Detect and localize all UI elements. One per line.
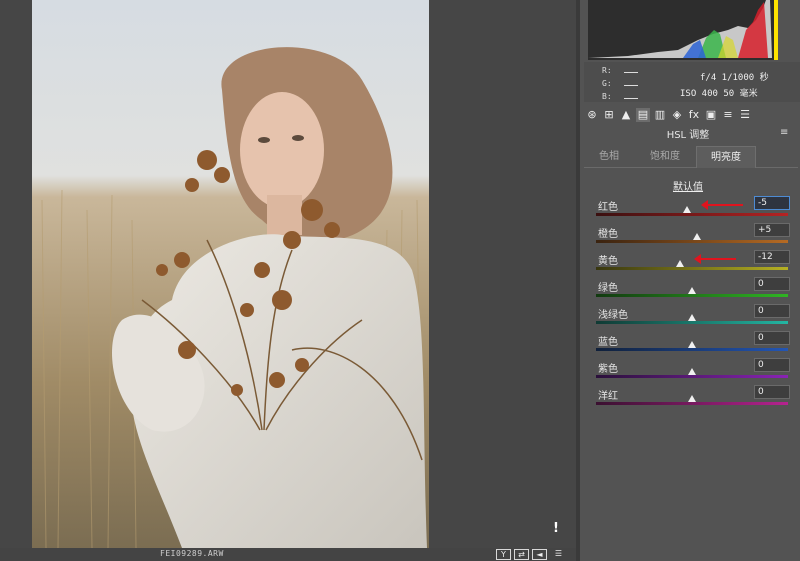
before-after-toggle-button[interactable]: Y bbox=[496, 549, 511, 560]
slider-label: 洋红 bbox=[598, 391, 618, 402]
slider-row: 蓝色 0 bbox=[596, 331, 792, 361]
split-tone-icon[interactable]: ▥ bbox=[653, 108, 667, 122]
histogram-graph bbox=[588, 0, 778, 60]
fx-icon[interactable]: fx bbox=[687, 108, 701, 122]
g-readout: G: bbox=[602, 79, 638, 88]
tab-hue[interactable]: 色相 bbox=[584, 146, 634, 168]
slider-track[interactable] bbox=[596, 348, 788, 351]
mountain-icon[interactable]: ▲ bbox=[619, 108, 633, 122]
slider-thumb[interactable] bbox=[676, 260, 685, 267]
portrait-photo bbox=[32, 0, 429, 548]
slider-thumb[interactable] bbox=[683, 206, 692, 213]
slider-value-input[interactable]: +5 bbox=[754, 223, 790, 237]
clipping-warning-icon[interactable]: ! bbox=[548, 521, 564, 537]
slider-label: 红色 bbox=[598, 202, 618, 213]
camera-calibration-icon[interactable]: ▣ bbox=[704, 108, 718, 122]
slider-track[interactable] bbox=[596, 294, 788, 297]
slider-row: 橙色 +5 bbox=[596, 223, 792, 253]
annotation-arrow-icon bbox=[694, 254, 737, 264]
slider-row: 浅绿色 0 bbox=[596, 304, 792, 334]
slider-label: 紫色 bbox=[598, 364, 618, 375]
slider-thumb[interactable] bbox=[688, 314, 696, 321]
slider-value-input[interactable]: 0 bbox=[754, 277, 790, 291]
r-readout: R: bbox=[602, 66, 638, 75]
slider-value-input[interactable]: 0 bbox=[754, 385, 790, 399]
tab-saturation[interactable]: 饱和度 bbox=[634, 146, 696, 168]
presets-icon[interactable]: ≡ bbox=[721, 108, 735, 122]
snapshots-icon[interactable]: ☰ bbox=[738, 108, 752, 122]
slider-thumb[interactable] bbox=[692, 233, 701, 240]
panel-title: HSL 调整 bbox=[666, 130, 710, 141]
slider-track[interactable] bbox=[596, 213, 788, 216]
preview-settings-icon[interactable]: ☰ bbox=[551, 549, 566, 560]
annotation-arrow-icon bbox=[701, 200, 744, 210]
slider-row: 黄色 -12 bbox=[596, 250, 792, 280]
slider-label: 浅绿色 bbox=[598, 310, 628, 321]
histogram-readout: R: G: B: f/4 1/1000 秒 ISO 400 50 毫米 bbox=[584, 62, 800, 102]
image-canvas[interactable]: ! bbox=[0, 0, 576, 548]
slider-row: 紫色 0 bbox=[596, 358, 792, 388]
slider-track[interactable] bbox=[596, 375, 788, 378]
histogram bbox=[588, 0, 778, 60]
b-readout: B: bbox=[602, 92, 638, 101]
slider-label: 橙色 bbox=[598, 229, 618, 240]
slider-thumb[interactable] bbox=[688, 395, 696, 402]
slider-track[interactable] bbox=[596, 321, 788, 324]
slider-track[interactable] bbox=[596, 402, 788, 405]
panel-menu-icon[interactable]: ≡ bbox=[780, 127, 788, 138]
detail-icon[interactable]: ◈ bbox=[670, 108, 684, 122]
copy-settings-button[interactable]: ◄ bbox=[532, 549, 547, 560]
tab-luminance[interactable]: 明亮度 bbox=[696, 146, 756, 168]
slider-label: 绿色 bbox=[598, 283, 618, 294]
slider-row: 洋红 0 bbox=[596, 385, 792, 415]
grid-icon[interactable]: ⊞ bbox=[602, 108, 616, 122]
default-link[interactable]: 默认值 bbox=[580, 178, 796, 193]
swap-settings-button[interactable]: ⇄ bbox=[514, 549, 529, 560]
slider-value-input[interactable]: -5 bbox=[754, 196, 790, 210]
aperture-shutter-readout: f/4 1/1000 秒 bbox=[700, 73, 769, 83]
adjustment-panel: R: G: B: f/4 1/1000 秒 ISO 400 50 毫米 ⊛ ⊞ ▲ ▤… bbox=[576, 0, 800, 561]
aperture-icon[interactable]: ⊛ bbox=[585, 108, 599, 122]
slider-label: 蓝色 bbox=[598, 337, 618, 348]
slider-value-input[interactable]: 0 bbox=[754, 358, 790, 372]
file-name: FEI09289.ARW bbox=[160, 549, 224, 558]
hsl-tabs: 色相 饱和度 明亮度 bbox=[584, 146, 798, 168]
slider-thumb[interactable] bbox=[688, 341, 696, 348]
panel-toolbar: ⊛ ⊞ ▲ ▤ ▥ ◈ fx ▣ ≡ ☰ bbox=[582, 106, 800, 124]
slider-value-input[interactable]: 0 bbox=[754, 331, 790, 345]
status-bar: FEI09289.ARW Y ⇄ ◄ ☰ bbox=[0, 548, 576, 561]
slider-track[interactable] bbox=[596, 240, 788, 243]
slider-label: 黄色 bbox=[598, 256, 618, 267]
hsl-icon[interactable]: ▤ bbox=[636, 108, 650, 122]
slider-value-input[interactable]: 0 bbox=[754, 304, 790, 318]
iso-focal-readout: ISO 400 50 毫米 bbox=[680, 89, 758, 99]
slider-value-input[interactable]: -12 bbox=[754, 250, 790, 264]
slider-row: 绿色 0 bbox=[596, 277, 792, 307]
slider-row: 红色 -5 bbox=[596, 196, 792, 226]
photo-preview[interactable] bbox=[32, 0, 429, 548]
slider-track[interactable] bbox=[596, 267, 788, 270]
slider-thumb[interactable] bbox=[688, 368, 696, 375]
slider-thumb[interactable] bbox=[688, 287, 696, 294]
